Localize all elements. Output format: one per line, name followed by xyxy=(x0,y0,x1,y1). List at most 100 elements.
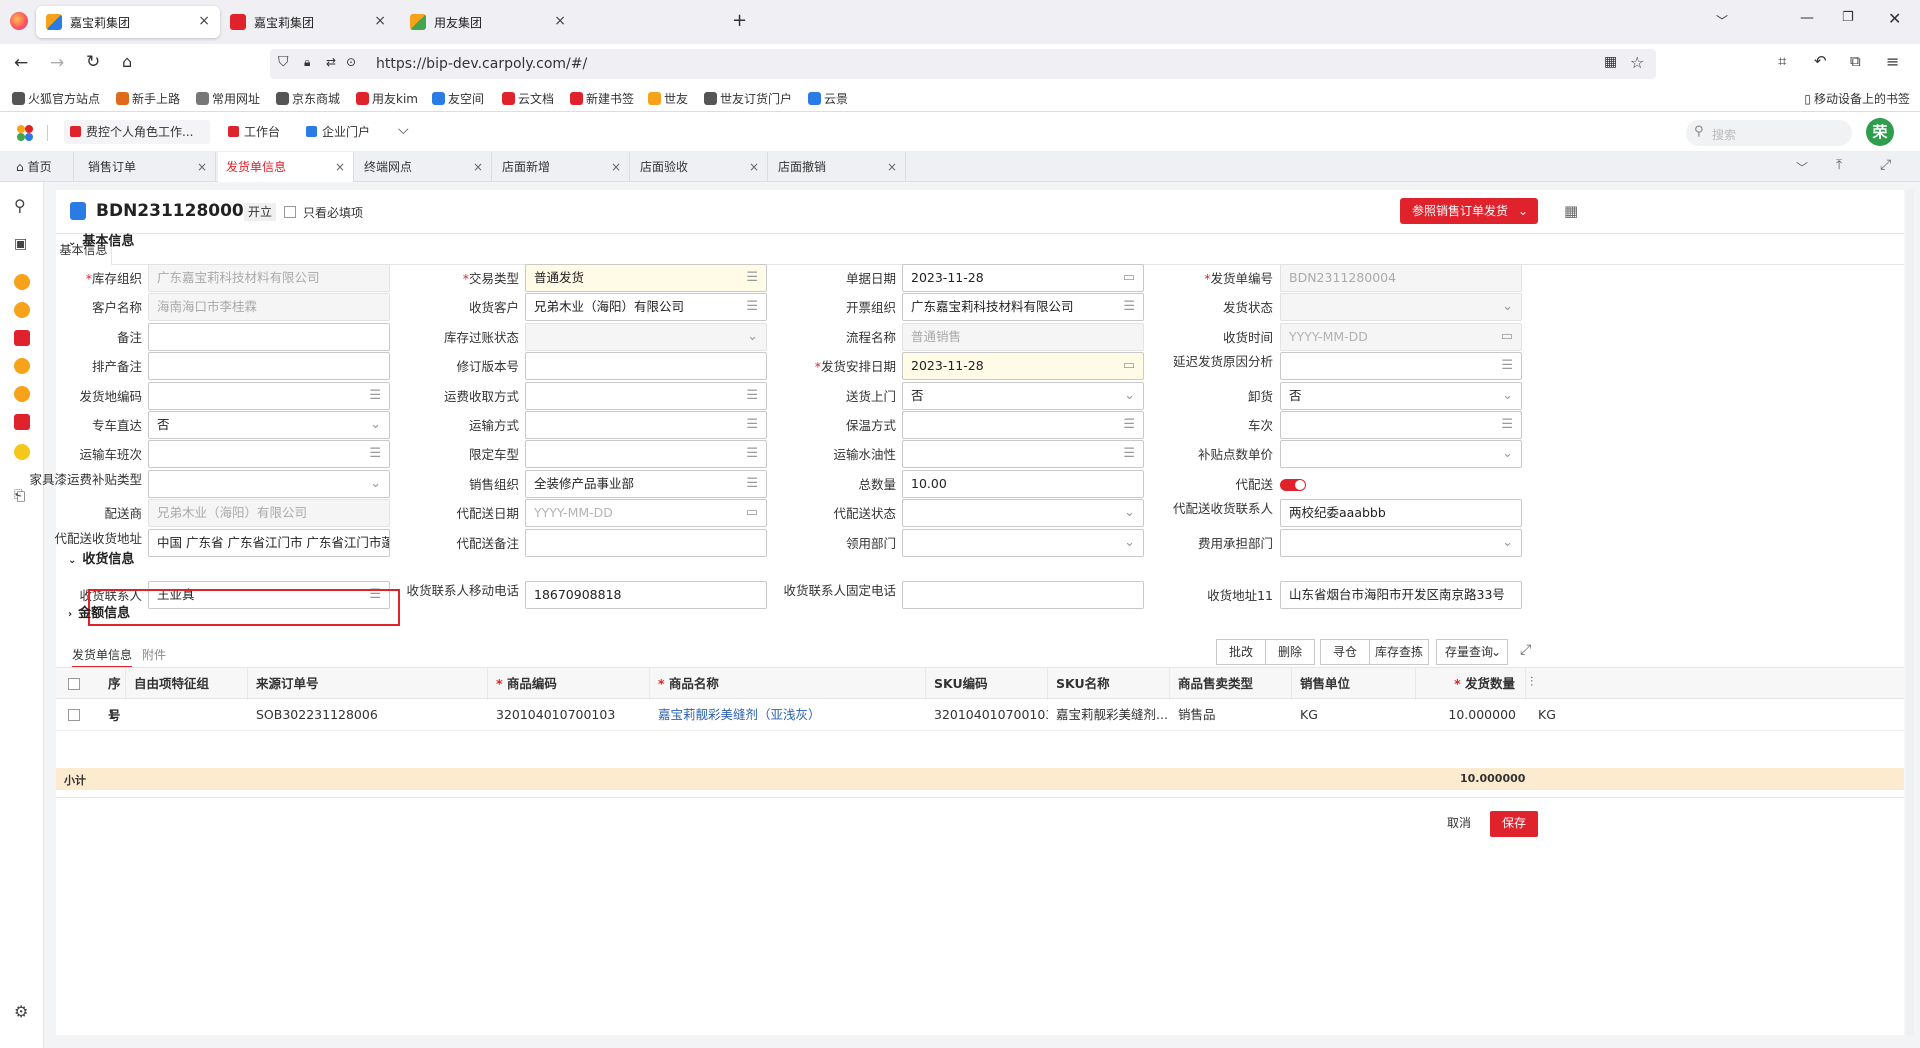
list-icon[interactable]: ☰ xyxy=(746,383,758,409)
chevron-down-icon[interactable]: ⌄ xyxy=(1502,383,1513,409)
restore-button[interactable]: ❐ xyxy=(1842,10,1854,25)
close-tab-icon[interactable]: × xyxy=(335,152,345,182)
search-icon[interactable]: ⚲ xyxy=(14,196,26,215)
column-header-5[interactable]: * 商品名称 xyxy=(650,668,926,700)
field-c2-8[interactable]: YYYY-MM-DD ▭ xyxy=(525,499,767,527)
page-tab-4[interactable]: 终端网点 × xyxy=(356,152,492,182)
header-tab-2[interactable]: 工作台 xyxy=(222,120,292,144)
field-c4-5[interactable]: ☰ xyxy=(1280,411,1522,439)
menu-icon[interactable]: ≡ xyxy=(1886,52,1899,71)
bookmark-item[interactable]: 友空间 xyxy=(432,90,484,107)
close-tab-icon[interactable]: × xyxy=(611,152,621,182)
chevron-down-icon[interactable]: ⌄ xyxy=(1124,500,1135,526)
close-tab-icon[interactable]: × xyxy=(374,13,386,29)
chevron-down-icon[interactable]: ⌄ xyxy=(1124,383,1135,409)
firefox-icon[interactable] xyxy=(10,12,28,30)
chevron-down-icon[interactable]: ⌄ xyxy=(1502,294,1513,320)
settings-icon[interactable]: ⚙ xyxy=(14,1002,28,1021)
close-tab-icon[interactable]: × xyxy=(554,13,566,29)
calendar-grid-icon[interactable]: ▦ xyxy=(1564,202,1578,220)
field-c1-6[interactable]: ☰ xyxy=(148,440,390,468)
list-icon[interactable]: ☰ xyxy=(1501,412,1513,438)
grid-tab-attachment[interactable]: 附件 xyxy=(142,646,166,663)
receive-field-1[interactable]: 18670908818 xyxy=(525,581,767,609)
list-icon[interactable]: ☰ xyxy=(1501,353,1513,379)
column-header-6[interactable]: SKU编码 xyxy=(926,668,1048,700)
calendar-icon[interactable]: ▭ xyxy=(1123,265,1135,291)
field-c3-9[interactable]: ⌄ xyxy=(902,529,1144,557)
search-box[interactable]: ⚲ 搜索 xyxy=(1686,120,1852,146)
permissions-icon[interactable]: ⇄ xyxy=(326,55,336,69)
close-tab-icon[interactable]: × xyxy=(473,152,483,182)
address-bar[interactable]: ⛉ 🔒︎ ⇄ ⊙ https://bip-dev.carpoly.com/#/ … xyxy=(270,49,1656,79)
table-cell-5[interactable]: 嘉宝莉靓彩美缝剂（亚浅灰） xyxy=(650,699,926,731)
calendar-icon[interactable]: ▭ xyxy=(746,500,758,526)
chevron-down-icon[interactable]: ⌄ xyxy=(370,412,381,438)
close-tab-icon[interactable]: × xyxy=(197,152,207,182)
calendar-icon[interactable]: ▭ xyxy=(1501,324,1513,350)
browser-tab-3[interactable]: 用友集团 × xyxy=(400,6,576,38)
field-c4-6[interactable]: ⌄ xyxy=(1280,440,1522,468)
screenshot-icon[interactable]: ⌗ xyxy=(1778,52,1786,70)
page-tab-5[interactable]: 店面新增 × xyxy=(494,152,630,182)
list-icon[interactable]: ☰ xyxy=(746,265,758,291)
folder-icon[interactable]: ▣ xyxy=(14,236,27,252)
field-c2-6[interactable]: ☰ xyxy=(525,440,767,468)
field-c2-7[interactable]: 全装修产品事业部 ☰ xyxy=(525,470,767,498)
column-header-3[interactable]: 来源订单号 xyxy=(248,668,488,700)
mobile-bookmarks[interactable]: ▯ 移动设备上的书签 xyxy=(1804,90,1910,107)
field-c3-7[interactable]: 10.00 xyxy=(902,470,1144,498)
field-c1-4[interactable]: ☰ xyxy=(148,382,390,410)
field-c3-3[interactable]: 2023-11-28 ▭ xyxy=(902,352,1144,380)
back-icon[interactable]: ← xyxy=(14,53,28,73)
close-tab-icon[interactable]: × xyxy=(198,13,210,29)
chevron-down-icon[interactable]: ⌄ xyxy=(370,471,381,497)
lock-icon[interactable]: 🔒︎ xyxy=(304,55,310,70)
recent-icon[interactable]: ⎗ xyxy=(14,488,25,504)
column-header-7[interactable]: SKU名称 xyxy=(1048,668,1170,700)
toggle-switch[interactable] xyxy=(1280,479,1306,491)
bookmark-item[interactable]: 新建书签 xyxy=(570,90,634,107)
new-tab-button[interactable]: + xyxy=(732,10,747,31)
field-c4-9[interactable]: ⌄ xyxy=(1280,529,1522,557)
bookmark-item[interactable]: 世友 xyxy=(648,90,688,107)
expand-icon[interactable]: ⤢ xyxy=(1520,642,1531,658)
page-tab-3[interactable]: 发货单信息 × xyxy=(218,152,354,182)
bookmark-item[interactable]: 用友kim xyxy=(356,90,418,107)
tabs-dropdown-icon[interactable]: ﹀ xyxy=(1796,159,1808,176)
field-c3-6[interactable]: ☰ xyxy=(902,440,1144,468)
field-c1-3[interactable] xyxy=(148,352,390,380)
select-all-checkbox[interactable] xyxy=(68,678,80,690)
field-c1-2[interactable] xyxy=(148,323,390,351)
chevron-down-icon[interactable]: ⌄ xyxy=(1502,441,1513,467)
save-button[interactable]: 保存 xyxy=(1490,811,1538,837)
close-tab-icon[interactable]: × xyxy=(749,152,759,182)
bookmark-item[interactable]: 京东商城 xyxy=(276,90,340,107)
ref-sales-order-button[interactable]: 参照销售订单发货 ⌄ xyxy=(1400,198,1538,224)
field-c3-4[interactable]: 否 ⌄ xyxy=(902,382,1144,410)
list-icon[interactable]: ☰ xyxy=(746,294,758,320)
section-amount[interactable]: › 金额信息 xyxy=(68,602,130,621)
list-icon[interactable]: ☰ xyxy=(746,471,758,497)
field-c4-4[interactable]: 否 ⌄ xyxy=(1280,382,1522,410)
undo-icon[interactable]: ↶ xyxy=(1814,52,1827,70)
column-header-2[interactable]: 自由项特征组 xyxy=(126,668,248,700)
grid-tab-delivery[interactable]: 发货单信息 xyxy=(72,646,133,668)
header-tab-3[interactable]: 企业门户 xyxy=(300,120,386,144)
list-icon[interactable]: ☰ xyxy=(1123,412,1135,438)
delete-button[interactable]: 删除 xyxy=(1265,639,1315,665)
field-c2-3[interactable] xyxy=(525,352,767,380)
batch-edit-button[interactable]: 批改 xyxy=(1216,639,1266,665)
table-row[interactable]: 1 SOB302231128006 320104010700103 嘉宝莉靓彩美缝剂（… xyxy=(56,699,1904,731)
column-header-8[interactable]: 商品售卖类型 xyxy=(1170,668,1292,700)
page-tab-2[interactable]: 销售订单 × xyxy=(80,152,216,182)
cancel-button[interactable]: 取消 xyxy=(1434,811,1484,837)
bookmark-item[interactable]: 常用网址 xyxy=(196,90,260,107)
minimize-button[interactable]: — xyxy=(1800,10,1814,26)
receive-field-3[interactable]: 山东省烟台市海阳市开发区南京路33号 xyxy=(1280,581,1522,609)
bookmark-item[interactable]: 新手上路 xyxy=(116,90,180,107)
browser-tab-1[interactable]: 嘉宝莉集团 × xyxy=(36,6,220,38)
row-checkbox[interactable] xyxy=(68,709,80,721)
field-c4-8[interactable]: 两校纪委aaabbb xyxy=(1280,499,1522,527)
bookmark-item[interactable]: 火狐官方站点 xyxy=(12,90,100,107)
